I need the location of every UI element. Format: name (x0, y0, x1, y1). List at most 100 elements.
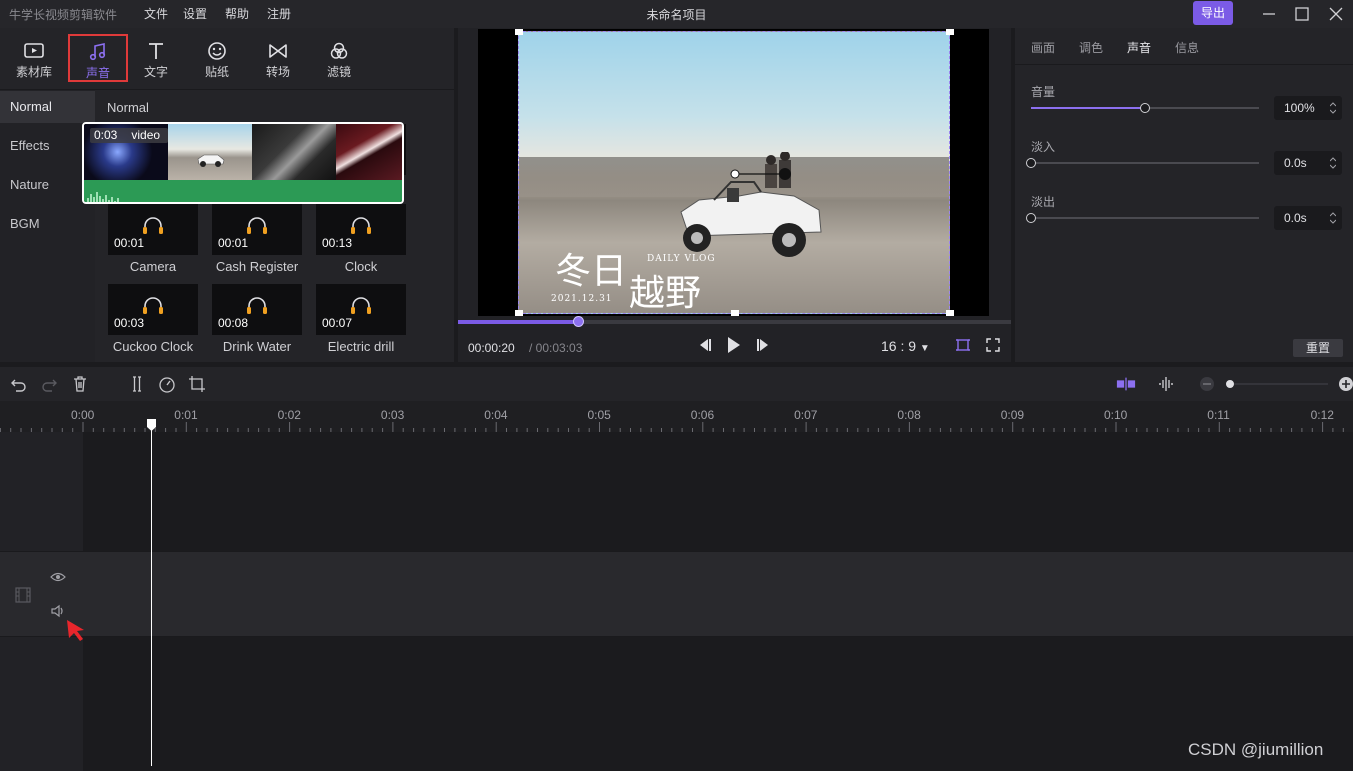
sound-thumbnail: 00:01 (212, 204, 302, 255)
reset-button[interactable]: 重置 (1293, 339, 1343, 357)
sound-item[interactable]: 00:07 Electric drill (316, 284, 406, 360)
eye-icon[interactable] (50, 571, 66, 583)
category-bgm[interactable]: BGM (0, 208, 95, 240)
tab-sound[interactable]: 声音 (1127, 39, 1151, 56)
spinner-arrows-icon[interactable] (1330, 101, 1336, 115)
playback-progress[interactable] (458, 316, 1011, 327)
undo-icon[interactable] (9, 374, 29, 394)
aspect-ratio-select[interactable]: 16 : 9 ▼ (881, 338, 930, 354)
spinner-arrows-icon[interactable] (1330, 156, 1336, 170)
video-frame[interactable]: 冬日 DAILY VLOG 越野 2021.12.31 (518, 31, 950, 314)
clip-audio-waveform (84, 180, 402, 202)
sound-thumbnail: 00:07 (316, 284, 406, 335)
video-clip[interactable]: 0:03 video (82, 122, 404, 204)
menu-settings[interactable]: 设置 (183, 5, 207, 22)
volume-slider[interactable] (1031, 103, 1259, 113)
tool-text[interactable]: 文字 (126, 35, 186, 83)
slider-knob[interactable] (1140, 103, 1150, 113)
sound-grid-title: Normal (107, 100, 149, 115)
tab-color[interactable]: 调色 (1079, 39, 1103, 56)
fade-in-field[interactable]: 0.0s (1274, 151, 1342, 175)
sound-name: Cuckoo Clock (112, 339, 194, 354)
resize-handle[interactable] (946, 310, 954, 316)
app-name: 牛学长视频剪辑软件 (9, 8, 118, 22)
split-icon[interactable] (127, 374, 147, 394)
tab-picture[interactable]: 画面 (1031, 39, 1055, 56)
slider-knob[interactable] (1026, 213, 1036, 223)
fade-in-slider[interactable] (1026, 158, 1259, 168)
sound-thumbnail: 00:13 (316, 204, 406, 255)
category-nature[interactable]: Nature (0, 169, 95, 201)
watermark: CSDN @jiumillion (1188, 740, 1324, 759)
sound-name: Electric drill (327, 339, 395, 354)
minimize-icon[interactable] (1259, 4, 1279, 24)
tool-transition[interactable]: 转场 (248, 35, 308, 83)
clip-frame (252, 124, 336, 180)
main-video-track (0, 551, 1353, 637)
close-icon[interactable] (1326, 4, 1346, 24)
crop-frame-icon[interactable] (955, 337, 971, 353)
volume-field[interactable]: 100% (1274, 96, 1342, 120)
tool-sticker[interactable]: 贴纸 (187, 35, 247, 83)
volume-value: 100% (1284, 101, 1315, 115)
progress-knob[interactable] (573, 316, 584, 327)
fullscreen-icon[interactable] (985, 337, 1001, 353)
crop-icon[interactable] (187, 374, 207, 394)
fade-out-field[interactable]: 0.0s (1274, 206, 1342, 230)
overlay-date: 2021.12.31 (551, 294, 613, 304)
tab-info[interactable]: 信息 (1175, 39, 1199, 56)
playhead-handle[interactable] (146, 418, 157, 432)
playhead-line (151, 426, 152, 766)
clip-name: video (131, 128, 161, 142)
resize-handle[interactable] (946, 29, 954, 35)
zoom-out-icon[interactable] (1197, 374, 1217, 394)
tool-filter[interactable]: 滤镜 (309, 35, 369, 83)
delete-icon[interactable] (70, 374, 90, 394)
redo-icon[interactable] (39, 374, 59, 394)
jeep-thumb (197, 154, 225, 167)
sound-item[interactable]: 00:03 Cuckoo Clock (108, 284, 198, 360)
resize-handle[interactable] (515, 310, 523, 316)
zoom-slider[interactable] (1222, 378, 1332, 390)
tool-media-library[interactable]: 素材库 (4, 35, 64, 83)
sound-duration: 00:01 (218, 236, 249, 250)
fade-out-value: 0.0s (1284, 211, 1307, 225)
play-icon[interactable] (726, 336, 742, 354)
sound-item[interactable]: 00:13 Clock (316, 204, 406, 280)
resize-handle[interactable] (515, 29, 523, 35)
sound-item[interactable]: 00:01 Cash Register (212, 204, 302, 280)
music-note-icon (89, 43, 106, 61)
menu-register[interactable]: 注册 (267, 5, 291, 22)
tool-label: 滤镜 (326, 65, 351, 79)
fade-out-slider[interactable] (1026, 213, 1259, 223)
zoom-in-icon[interactable] (1336, 374, 1353, 394)
category-normal[interactable]: Normal (0, 91, 95, 123)
fade-in-label: 淡入 (1031, 140, 1056, 154)
next-frame-icon[interactable] (756, 338, 772, 352)
clip-label: 0:03 video (90, 128, 169, 143)
sound-item[interactable]: 00:08 Drink Water (212, 284, 302, 360)
menu-file[interactable]: 文件 (144, 5, 168, 22)
headphones-icon (143, 297, 163, 314)
sound-duration: 00:08 (218, 316, 249, 330)
snap-icon[interactable] (1116, 374, 1136, 394)
transform-handle-icon[interactable] (719, 162, 799, 182)
sound-thumbnail: 00:08 (212, 284, 302, 335)
maximize-icon[interactable] (1292, 4, 1312, 24)
speed-icon[interactable] (157, 374, 177, 394)
sound-item[interactable]: 00:01 Camera (108, 204, 198, 280)
audio-wave-icon[interactable] (1156, 374, 1176, 394)
tool-sound[interactable]: 声音 (68, 34, 128, 82)
asset-toolbar: 素材库 声音 文字 贴纸 转场 滤镜 (0, 28, 454, 90)
resize-handle[interactable] (731, 310, 739, 316)
slider-knob[interactable] (1026, 158, 1036, 168)
export-button[interactable]: 导出 (1193, 1, 1233, 25)
category-effects[interactable]: Effects (0, 130, 95, 162)
menu-help[interactable]: 帮助 (225, 5, 249, 22)
speaker-icon[interactable] (50, 604, 66, 618)
spinner-arrows-icon[interactable] (1330, 211, 1336, 225)
previous-frame-icon[interactable] (696, 338, 712, 352)
red-arrow-annotation (67, 620, 84, 641)
sound-name: Drink Water (222, 339, 292, 354)
ruler-label: 0:01 (174, 408, 198, 422)
